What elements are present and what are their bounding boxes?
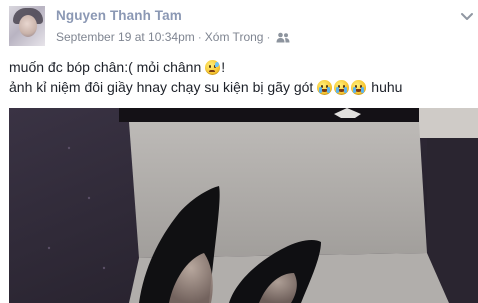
avatar-face (19, 15, 37, 37)
post-meta: September 19 at 10:34pm · Xóm Trong · (56, 30, 290, 44)
post-text-2a: ảnh kỉ niệm đôi giầy hnay chạy su kiện b… (9, 79, 314, 95)
post-text-line-1: muốn đc bóp chân:( mỏi chânn ! (9, 59, 225, 75)
crying-face-emoji (351, 79, 367, 95)
post-text-line-2: ảnh kỉ niệm đôi giầy hnay chạy su kiện b… (9, 79, 402, 95)
sad-face-emoji (205, 59, 221, 75)
friends-icon[interactable] (276, 32, 290, 43)
post-timestamp[interactable]: September 19 at 10:34pm (56, 30, 195, 44)
avatar[interactable] (9, 6, 45, 46)
post-location[interactable]: Xóm Trong (205, 30, 264, 44)
crying-face-emoji (317, 79, 333, 95)
post-photo[interactable] (9, 108, 478, 303)
chevron-down-icon[interactable] (460, 9, 474, 20)
crying-face-emoji (334, 79, 350, 95)
post-text-1a: muốn đc bóp chân:( mỏi chânn (9, 59, 202, 75)
meta-separator: · (197, 30, 202, 44)
author-name[interactable]: Nguyen Thanh Tam (56, 8, 182, 23)
meta-separator-2: · (266, 30, 271, 44)
post-card: Nguyen Thanh Tam September 19 at 10:34pm… (0, 0, 478, 303)
post-text-2b: huhu (371, 79, 403, 95)
post-text-1b: ! (221, 59, 226, 75)
